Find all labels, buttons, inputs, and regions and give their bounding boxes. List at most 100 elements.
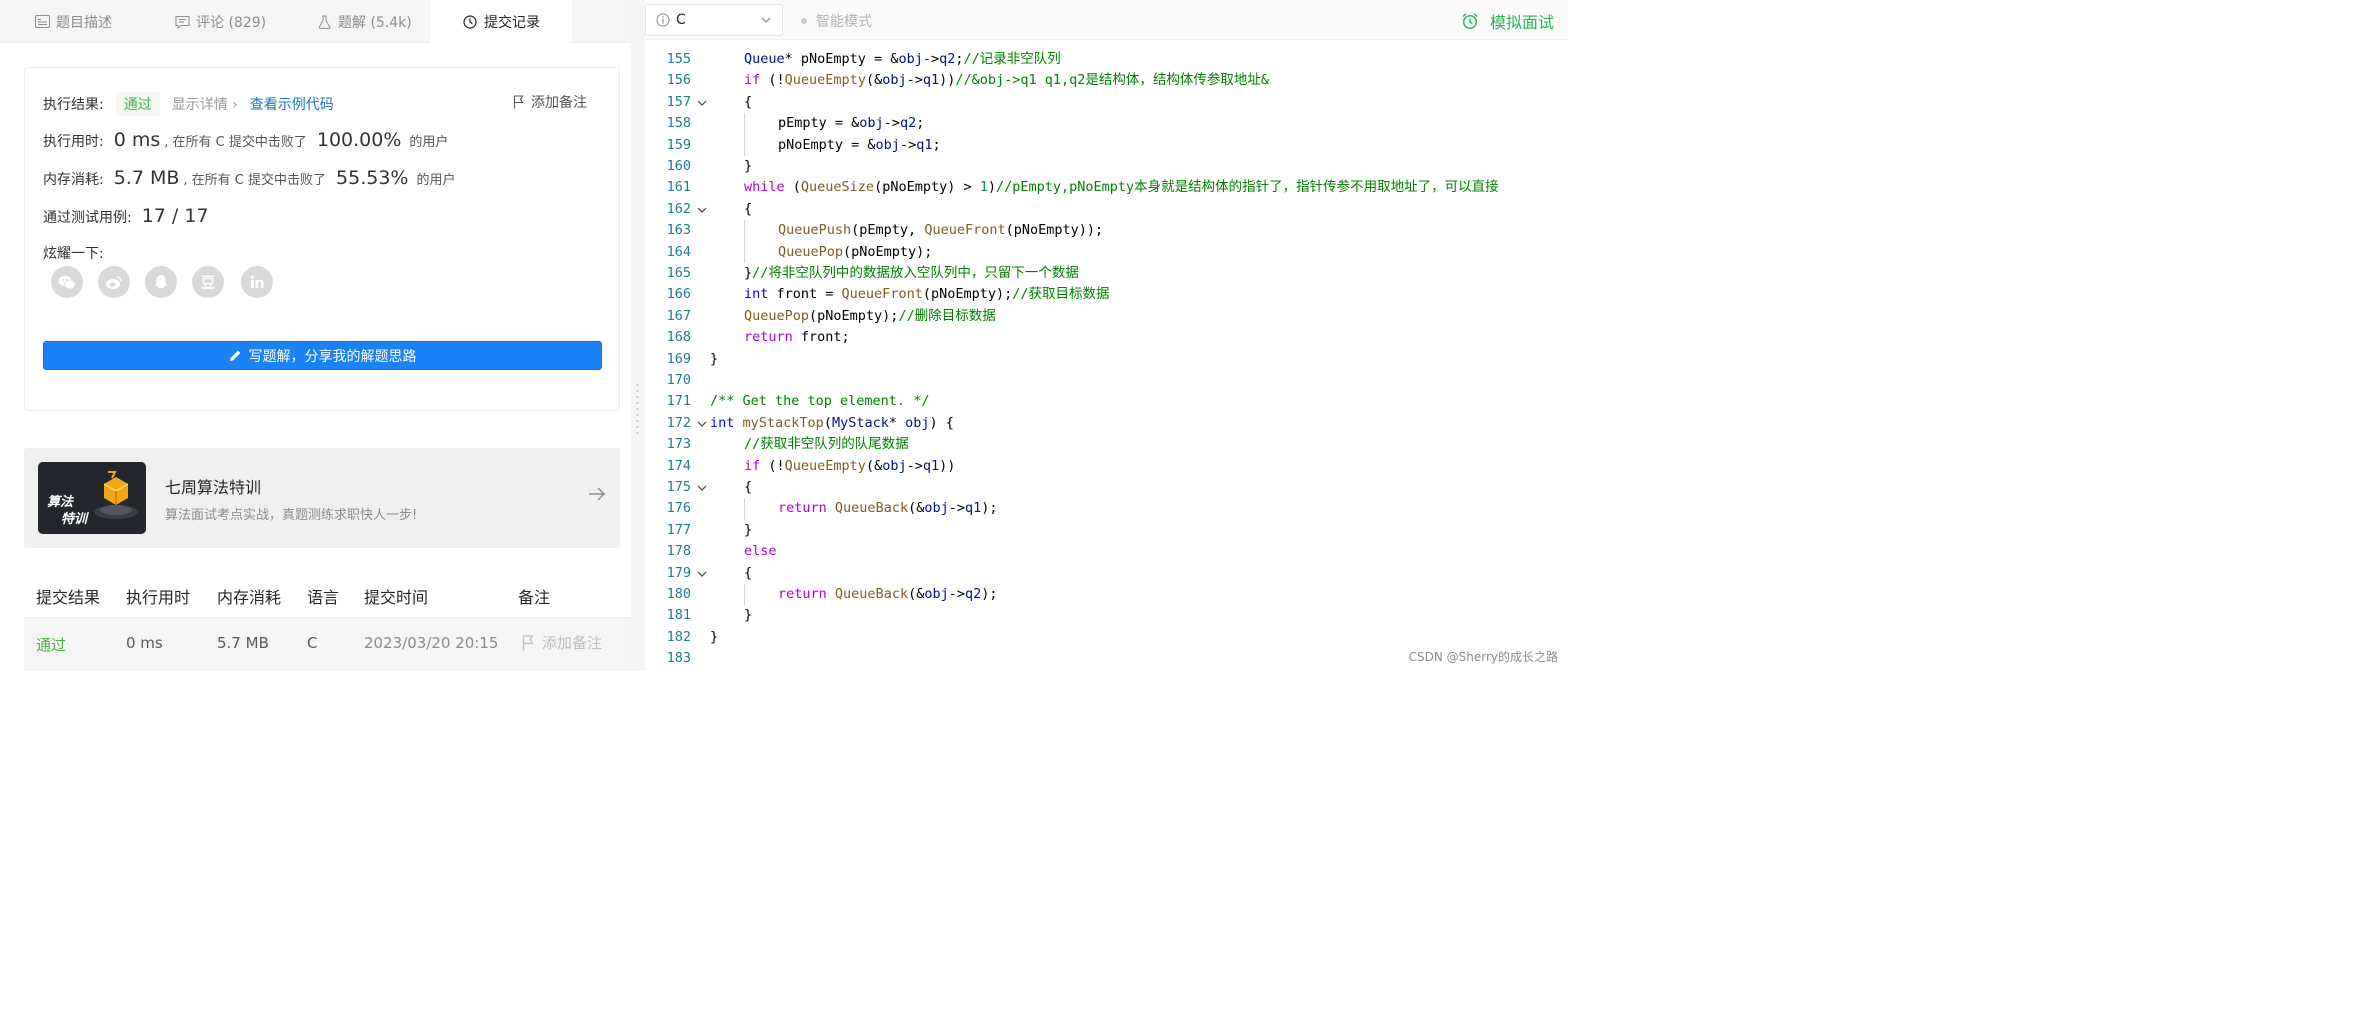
code-token: }: [744, 265, 753, 281]
indent-guide: [744, 220, 745, 242]
language-select[interactable]: C: [645, 4, 783, 36]
code-token: int: [744, 286, 769, 303]
code-line[interactable]: 162 {: [645, 199, 1568, 220]
code-token: //获取目标数据: [1012, 286, 1110, 303]
code-line[interactable]: 173 //获取非空队列的队尾数据: [645, 434, 1568, 455]
code-line[interactable]: 182}: [645, 627, 1568, 648]
code-line[interactable]: 172 int myStackTop(MyStack* obj) {: [645, 413, 1568, 434]
code-line[interactable]: 160}: [645, 156, 1568, 177]
code-line[interactable]: 171 /** Get the top element. */: [645, 391, 1568, 412]
chevron-down-icon: [761, 17, 771, 23]
code-line[interactable]: 155 Queue* pNoEmpty = &obj->q2;//记录非空队列: [645, 49, 1568, 70]
tab-comments[interactable]: 评论 (829): [144, 0, 286, 43]
code-line[interactable]: 168 return front;: [645, 327, 1568, 348]
share-label: 炫耀一下:: [43, 246, 104, 262]
code-token: //&obj->q1 q1,q2是结构体，结构体传参取地址&: [955, 72, 1270, 89]
code-text: pEmpty = &obj->q2;: [778, 113, 924, 134]
tab-description[interactable]: 题目描述: [0, 0, 144, 43]
code-line[interactable]: 159 pNoEmpty = &obj->q1;: [645, 134, 1568, 156]
line-number: 178: [666, 543, 691, 560]
code-editor[interactable]: 155 Queue* pNoEmpty = &obj->q2;//记录非空队列 15…: [645, 40, 1568, 671]
row-result-link[interactable]: 通过: [36, 634, 66, 655]
code-token: //删除目标数据: [898, 307, 996, 324]
code-token: ->: [899, 136, 917, 153]
code-text: if (!QueueEmpty(&obj->q1))//&obj->q1 q1,…: [744, 70, 1269, 91]
indent-guide: [744, 584, 745, 606]
line-number: 179: [666, 564, 691, 581]
wechat-icon[interactable]: [51, 266, 83, 298]
show-details-link[interactable]: 显示详情 ›: [172, 94, 238, 114]
code-token: {: [744, 93, 753, 110]
line-number: 156: [666, 72, 691, 89]
code-line[interactable]: 177}: [645, 520, 1568, 541]
code-text: /** Get the top element. */: [710, 391, 929, 412]
weibo-icon[interactable]: [98, 266, 130, 298]
code-line[interactable]: 178 else: [645, 541, 1568, 562]
code-line[interactable]: 161 while (QueueSize(pNoEmpty) > 1)//pEmp…: [645, 177, 1568, 198]
tab-submissions[interactable]: 提交记录: [430, 0, 572, 43]
qq-icon[interactable]: [145, 266, 177, 298]
code-token: obj: [875, 136, 900, 153]
code-text: return QueueBack(&obj->q1);: [778, 498, 998, 519]
runtime-row: 执行用时: 0 ms , 在所有 C 提交中击败了 100.00% 的用户: [43, 129, 448, 151]
code-line[interactable]: 181}: [645, 605, 1568, 626]
fold-chevron-icon[interactable]: [697, 205, 707, 215]
clock-icon: [462, 14, 478, 30]
code-line[interactable]: 157 {: [645, 92, 1568, 113]
code-line[interactable]: 179 {: [645, 563, 1568, 584]
code-token: );: [981, 586, 998, 602]
code-token: }: [744, 158, 753, 174]
fold-chevron-icon[interactable]: [697, 419, 707, 429]
add-note-button[interactable]: 添加备注: [513, 92, 587, 112]
promo-banner[interactable]: 算法 特训 七周算法特训 算法面试考点实战，真题测练求职快人一步!: [24, 448, 620, 548]
tab-description-label: 题目描述: [56, 14, 112, 31]
fold-chevron-icon[interactable]: [697, 483, 707, 493]
sample-code-link[interactable]: 查看示例代码: [250, 94, 334, 114]
language-value: C: [676, 12, 686, 28]
tab-solutions[interactable]: 题解 (5.4k): [286, 0, 430, 43]
douban-icon[interactable]: [192, 266, 224, 298]
code-token: obj: [882, 457, 907, 474]
code-token: ->: [948, 586, 965, 602]
code-token: if: [744, 72, 761, 89]
code-token: (pEmpty,: [851, 222, 925, 239]
code-line[interactable]: 167 QueuePop(pNoEmpty);//删除目标数据: [645, 306, 1568, 327]
fold-chevron-icon[interactable]: [697, 569, 707, 579]
code-text: int front = QueueFront(pNoEmpty);//获取目标数…: [744, 284, 1110, 305]
code-line[interactable]: 174 if (!QueueEmpty(&obj->q1)): [645, 456, 1568, 477]
panel-resize-handle[interactable]: [631, 0, 645, 671]
fold-chevron-icon[interactable]: [697, 98, 707, 108]
code-line[interactable]: 180 return QueueBack(&obj->q2);: [645, 584, 1568, 606]
linkedin-icon[interactable]: [241, 266, 273, 298]
code-line[interactable]: 169}: [645, 349, 1568, 370]
result-status-row: 执行结果: 通过 显示详情 › 查看示例代码: [43, 92, 334, 116]
code-line[interactable]: 164 QueuePop(pNoEmpty);: [645, 241, 1568, 263]
code-line[interactable]: 170: [645, 370, 1568, 391]
line-number: 166: [666, 286, 691, 303]
smart-mode-toggle[interactable]: 智能模式: [801, 11, 872, 31]
code-line[interactable]: 156 if (!QueueEmpty(&obj->q1))//&obj->q1 …: [645, 70, 1568, 91]
code-token: QueueFront: [924, 222, 1006, 239]
code-token: q2: [939, 51, 956, 67]
tests-row: 通过测试用例: 17 / 17: [43, 205, 213, 227]
line-number: 183: [666, 650, 691, 667]
write-solution-button[interactable]: 写题解，分享我的解题思路: [43, 341, 602, 370]
line-number: 175: [666, 479, 691, 495]
line-number: 174: [666, 457, 691, 474]
code-line[interactable]: 163 QueuePush(pEmpty, QueueFront(pNoEmpty…: [645, 220, 1568, 242]
code-token: {: [744, 200, 753, 217]
code-line[interactable]: 165}//将非空队列中的数据放入空队列中，只留下一个数据: [645, 263, 1568, 284]
row-time: 2023/03/20 20:15: [364, 634, 499, 652]
code-line[interactable]: 158 pEmpty = &obj->q2;: [645, 113, 1568, 135]
code-token: Queue: [744, 51, 785, 67]
code-line[interactable]: 176 return QueueBack(&obj->q1);: [645, 498, 1568, 520]
code-line[interactable]: 166 int front = QueueFront(pNoEmpty);//获取…: [645, 284, 1568, 305]
code-text: QueuePop(pNoEmpty);//删除目标数据: [744, 306, 996, 327]
row-add-note-button[interactable]: 添加备注: [522, 632, 602, 653]
row-memory: 5.7 MB: [217, 634, 269, 652]
code-line[interactable]: 175 {: [645, 477, 1568, 498]
code-token: myStackTop: [742, 414, 824, 431]
mock-interview-button[interactable]: 模拟面试: [1461, 9, 1554, 33]
code-token: *: [888, 414, 906, 431]
